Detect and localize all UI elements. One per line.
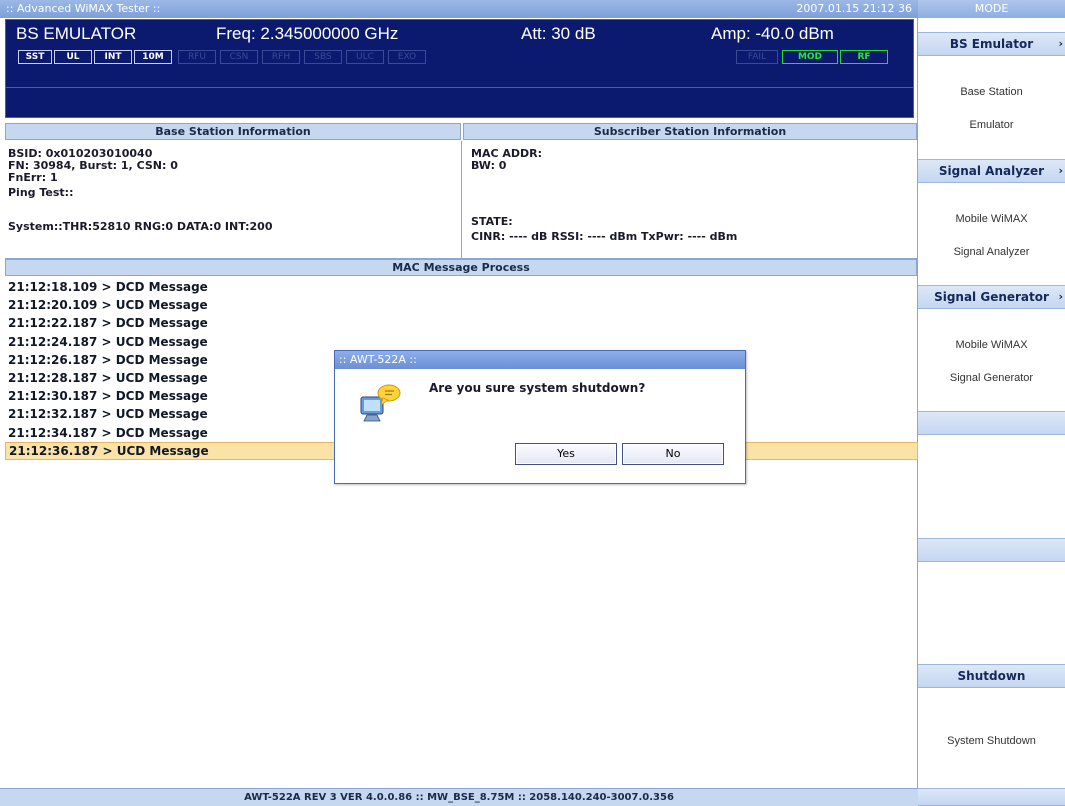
empty-category-bar bbox=[918, 538, 1065, 562]
mode-label: BS EMULATOR bbox=[16, 24, 137, 43]
info-vertical-divider bbox=[461, 141, 462, 258]
list-item[interactable]: 21:12:18.109 > DCD Message bbox=[5, 278, 918, 296]
no-label: No bbox=[665, 447, 681, 460]
list-item[interactable]: 21:12:24.187 > UCD Message bbox=[5, 333, 918, 351]
indicator-row: SST UL INT 10M RFU CSN RFH SBS ULC EXO F… bbox=[6, 50, 913, 66]
no-button[interactable]: No bbox=[622, 443, 724, 465]
mac-process-header: MAC Message Process bbox=[5, 259, 917, 276]
indicator-ulc: ULC bbox=[346, 50, 384, 64]
list-item[interactable]: 21:12:22.187 > DCD Message bbox=[5, 314, 918, 332]
category-shutdown[interactable]: Shutdown bbox=[918, 664, 1065, 688]
ping-test: Ping Test:: bbox=[8, 186, 74, 199]
status-divider bbox=[6, 87, 913, 88]
indicator-int: INT bbox=[94, 50, 132, 64]
datetime: 2007.01.15 21:12 36 bbox=[796, 2, 912, 15]
category-label: BS Emulator bbox=[949, 37, 1034, 51]
app-window: :: Advanced WiMAX Tester :: 2007.01.15 2… bbox=[0, 0, 1065, 806]
chevron-right-icon: › bbox=[1058, 290, 1063, 303]
dialog-message: Are you sure system shutdown? bbox=[429, 381, 646, 395]
indicator-rf: RF bbox=[840, 50, 888, 64]
version-footer: AWT-522A REV 3 VER 4.0.0.86 :: MW_BSE_8.… bbox=[0, 788, 918, 806]
mode-item-signal-generator[interactable]: Signal Generator bbox=[918, 372, 1065, 384]
indicator-exo: EXO bbox=[388, 50, 426, 64]
category-label: Signal Generator bbox=[934, 290, 1049, 304]
ss-info-header: Subscriber Station Information bbox=[463, 123, 917, 140]
indicator-csn: CSN bbox=[220, 50, 258, 64]
indicator-rfh: RFH bbox=[262, 50, 300, 64]
mac-addr: MAC ADDR: bbox=[471, 147, 543, 160]
amp-readout: Amp: -40.0 dBm bbox=[711, 24, 834, 43]
indicator-mod: MOD bbox=[782, 50, 838, 64]
indicator-ul: UL bbox=[54, 50, 92, 64]
mode-item-signal-analyzer[interactable]: Signal Analyzer bbox=[918, 246, 1065, 258]
empty-category-bar bbox=[918, 411, 1065, 435]
indicator-sbs: SBS bbox=[304, 50, 342, 64]
category-label: Signal Analyzer bbox=[938, 164, 1045, 178]
fnerr-value: FnErr: 1 bbox=[8, 171, 58, 184]
status-readout: BS EMULATOR Freq: 2.345000000 GHz Att: 3… bbox=[6, 22, 913, 46]
shutdown-dialog: :: AWT-522A :: Are you sure system shutd… bbox=[334, 350, 746, 484]
mode-item-system-shutdown[interactable]: System Shutdown bbox=[918, 735, 1065, 747]
fn-value: FN: 30984, Burst: 1, CSN: 0 bbox=[8, 159, 178, 172]
mode-item-mobile-wimax-gen[interactable]: Mobile WiMAX bbox=[918, 339, 1065, 351]
ss-metrics: CINR: ---- dB RSSI: ---- dBm TxPwr: ----… bbox=[471, 230, 738, 243]
computer-question-icon bbox=[360, 384, 401, 422]
window-title: :: Advanced WiMAX Tester :: bbox=[6, 2, 161, 15]
dialog-title: :: AWT-522A :: bbox=[335, 351, 745, 369]
indicator-rfu: RFU bbox=[178, 50, 216, 64]
system-stats: System::THR:52810 RNG:0 DATA:0 INT:200 bbox=[8, 220, 273, 233]
chevron-right-icon: › bbox=[1058, 164, 1063, 177]
yes-label: Yes bbox=[557, 447, 575, 460]
bs-info-panel: BSID: 0x010203010040 FN: 30984, Burst: 1… bbox=[8, 148, 458, 233]
mode-sidebar: MODE BS Emulator › Base Station Emulator… bbox=[918, 0, 1065, 806]
indicator-10m: 10M bbox=[134, 50, 172, 64]
mode-header: MODE bbox=[918, 0, 1065, 18]
bandwidth: BW: 0 bbox=[471, 159, 507, 172]
mode-item-base-station[interactable]: Base Station bbox=[918, 86, 1065, 98]
sidebar-footer-bar bbox=[918, 788, 1065, 806]
indicator-fail: FAIL bbox=[736, 50, 778, 64]
bs-info-header: Base Station Information bbox=[5, 123, 461, 140]
mode-item-emulator[interactable]: Emulator bbox=[918, 119, 1065, 131]
category-label: Shutdown bbox=[957, 669, 1026, 683]
chevron-right-icon: › bbox=[1058, 37, 1063, 50]
indicator-sst: SST bbox=[18, 50, 52, 64]
ss-info-panel: MAC ADDR: BW: 0 STATE: CINR: ---- dB RSS… bbox=[471, 148, 911, 243]
yes-button[interactable]: Yes bbox=[515, 443, 617, 465]
category-signal-analyzer[interactable]: Signal Analyzer › bbox=[918, 159, 1065, 183]
ss-state: STATE: bbox=[471, 215, 513, 228]
list-item[interactable]: 21:12:20.109 > UCD Message bbox=[5, 296, 918, 314]
mode-item-mobile-wimax[interactable]: Mobile WiMAX bbox=[918, 213, 1065, 225]
att-readout: Att: 30 dB bbox=[521, 24, 596, 43]
title-bar: :: Advanced WiMAX Tester :: 2007.01.15 2… bbox=[0, 0, 918, 18]
category-bs-emulator[interactable]: BS Emulator › bbox=[918, 32, 1065, 56]
freq-readout: Freq: 2.345000000 GHz bbox=[216, 24, 399, 43]
category-signal-generator[interactable]: Signal Generator › bbox=[918, 285, 1065, 309]
status-panel: BS EMULATOR Freq: 2.345000000 GHz Att: 3… bbox=[5, 19, 914, 118]
